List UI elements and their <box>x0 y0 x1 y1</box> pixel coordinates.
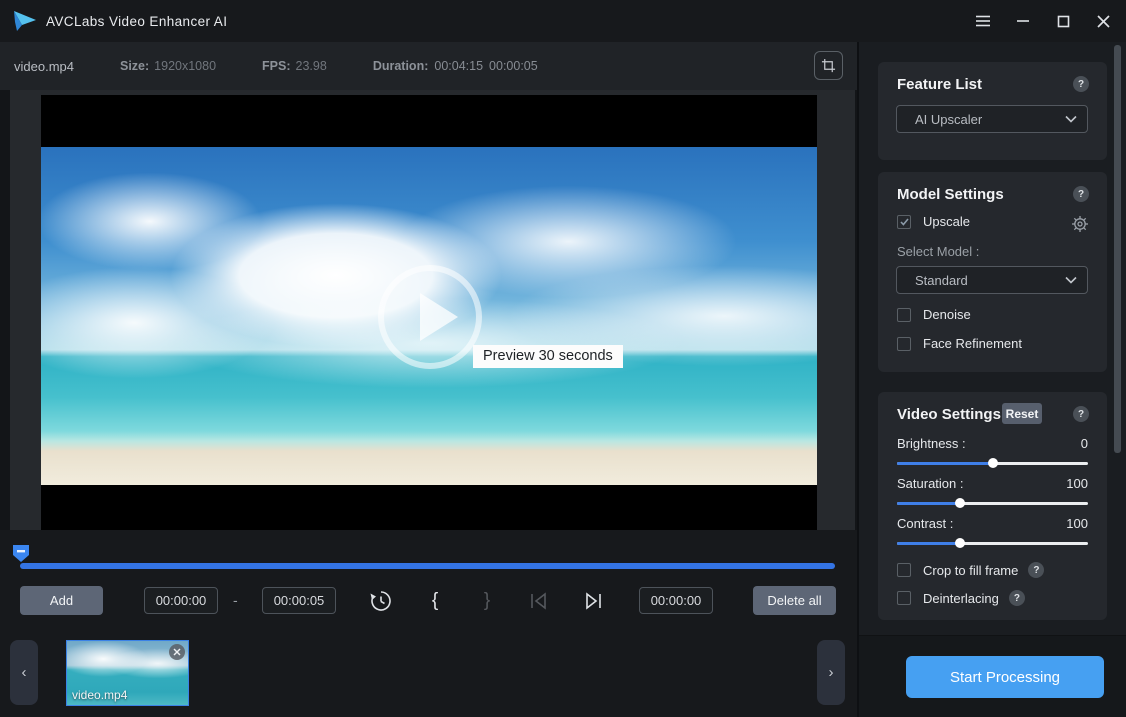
brightness-slider-thumb[interactable] <box>988 458 998 468</box>
video-fps: FPS: 23.98 <box>262 59 327 73</box>
next-frame-button[interactable] <box>578 586 608 616</box>
trim-controls-bar: Add - { } Delete all <box>0 584 857 628</box>
app-logo-icon <box>12 10 38 32</box>
scroll-clips-right-button[interactable]: › <box>817 640 845 705</box>
chevron-left-icon: ‹ <box>22 664 27 681</box>
previous-frame-button[interactable] <box>524 586 554 616</box>
time-range-dash: - <box>233 592 238 608</box>
chevron-right-icon: › <box>829 664 834 681</box>
window-controls <box>974 0 1112 42</box>
trim-start-input[interactable] <box>144 587 218 614</box>
app-window: AVCLabs Video Enhancer AI video.mp4 <box>0 0 1126 717</box>
trim-end-input[interactable] <box>262 587 336 614</box>
upscale-checkbox[interactable] <box>897 215 911 229</box>
play-icon <box>420 293 458 341</box>
close-button[interactable] <box>1094 12 1112 30</box>
reset-button[interactable]: Reset <box>1002 403 1042 424</box>
saturation-slider-thumb[interactable] <box>955 498 965 508</box>
denoise-checkbox-row[interactable]: Denoise <box>897 307 971 322</box>
contrast-slider[interactable] <box>897 538 1088 548</box>
brightness-value: 0 <box>1081 436 1088 451</box>
current-time-input[interactable] <box>639 587 713 614</box>
crop-to-fill-help-icon[interactable]: ? <box>1028 562 1044 578</box>
video-settings-title: Video Settings <box>897 406 1001 423</box>
feature-list-card: Feature List ? AI Upscaler <box>878 62 1107 160</box>
deinterlacing-help-icon[interactable]: ? <box>1009 590 1025 606</box>
contrast-slider-thumb[interactable] <box>955 538 965 548</box>
preview-30s-label: Preview 30 seconds <box>473 345 623 368</box>
upscale-settings-gear-icon[interactable] <box>1071 215 1089 233</box>
delete-all-button[interactable]: Delete all <box>753 586 836 615</box>
model-select-dropdown[interactable]: Standard <box>896 266 1088 294</box>
set-start-bracket-button[interactable]: { <box>420 586 450 616</box>
sidebar-scrollbar[interactable] <box>1114 45 1121 453</box>
face-refinement-checkbox[interactable] <box>897 337 911 351</box>
menu-icon[interactable] <box>974 12 992 30</box>
saturation-value: 100 <box>1066 476 1088 491</box>
chevron-down-icon <box>1065 276 1077 284</box>
saturation-slider[interactable] <box>897 498 1088 508</box>
face-refinement-checkbox-row[interactable]: Face Refinement <box>897 336 1022 351</box>
deinterlacing-checkbox[interactable] <box>897 591 911 605</box>
maximize-button[interactable] <box>1054 12 1072 30</box>
contrast-value: 100 <box>1066 516 1088 531</box>
select-model-label: Select Model : <box>897 244 979 259</box>
playhead-marker[interactable] <box>12 544 30 563</box>
video-frame: Preview 30 seconds <box>41 95 817 530</box>
video-filename: video.mp4 <box>14 59 74 74</box>
crop-button[interactable] <box>814 51 843 80</box>
upscale-checkbox-row[interactable]: Upscale <box>897 214 970 229</box>
scroll-clips-left-button[interactable]: ‹ <box>10 640 38 705</box>
brightness-slider[interactable] <box>897 458 1088 468</box>
denoise-checkbox[interactable] <box>897 308 911 322</box>
video-duration: Duration: 00:04:15 00:00:05 <box>373 59 538 73</box>
crop-to-fill-checkbox[interactable] <box>897 563 911 577</box>
chevron-down-icon <box>1065 115 1077 123</box>
reset-trim-history-icon[interactable] <box>366 586 396 616</box>
saturation-row: Saturation : 100 <box>897 476 1088 491</box>
play-button[interactable] <box>378 265 482 369</box>
start-processing-button[interactable]: Start Processing <box>906 656 1104 698</box>
timeline-section <box>0 530 857 584</box>
clip-thumbnail[interactable]: video.mp4 <box>66 640 189 706</box>
deinterlacing-checkbox-row[interactable]: Deinterlacing ? <box>897 590 1025 606</box>
minimize-button[interactable] <box>1014 12 1032 30</box>
settings-sidebar: Feature List ? AI Upscaler Model Setting… <box>857 42 1126 717</box>
video-settings-card: Video Settings Reset ? Brightness : 0 Sa… <box>878 392 1107 620</box>
crop-to-fill-checkbox-row[interactable]: Crop to fill frame ? <box>897 562 1044 578</box>
app-title: AVCLabs Video Enhancer AI <box>46 14 227 29</box>
clip-name-label: video.mp4 <box>72 688 127 702</box>
video-size: Size: 1920x1080 <box>120 59 216 73</box>
sidebar-bottom-bar: Start Processing <box>859 635 1126 717</box>
video-info-bar: video.mp4 Size: 1920x1080 FPS: 23.98 Dur… <box>0 42 857 90</box>
video-preview-panel: Preview 30 seconds <box>10 90 855 530</box>
clip-strip: ‹ video.mp4 › <box>0 628 857 717</box>
feature-list-help-icon[interactable]: ? <box>1073 76 1089 92</box>
contrast-row: Contrast : 100 <box>897 516 1088 531</box>
model-settings-title: Model Settings <box>897 186 1004 203</box>
title-bar: AVCLabs Video Enhancer AI <box>0 0 1126 42</box>
set-end-bracket-button[interactable]: } <box>472 586 502 616</box>
model-settings-card: Model Settings ? Upscale <box>878 172 1107 372</box>
remove-clip-button[interactable] <box>169 644 185 660</box>
brightness-row: Brightness : 0 <box>897 436 1088 451</box>
check-icon <box>900 218 909 226</box>
feature-select-dropdown[interactable]: AI Upscaler <box>896 105 1088 133</box>
video-settings-help-icon[interactable]: ? <box>1073 406 1089 422</box>
add-button[interactable]: Add <box>20 586 103 615</box>
timeline-track[interactable] <box>20 563 835 569</box>
model-settings-help-icon[interactable]: ? <box>1073 186 1089 202</box>
preview-duration: 00:00:05 <box>489 59 538 73</box>
feature-list-title: Feature List <box>897 76 982 93</box>
